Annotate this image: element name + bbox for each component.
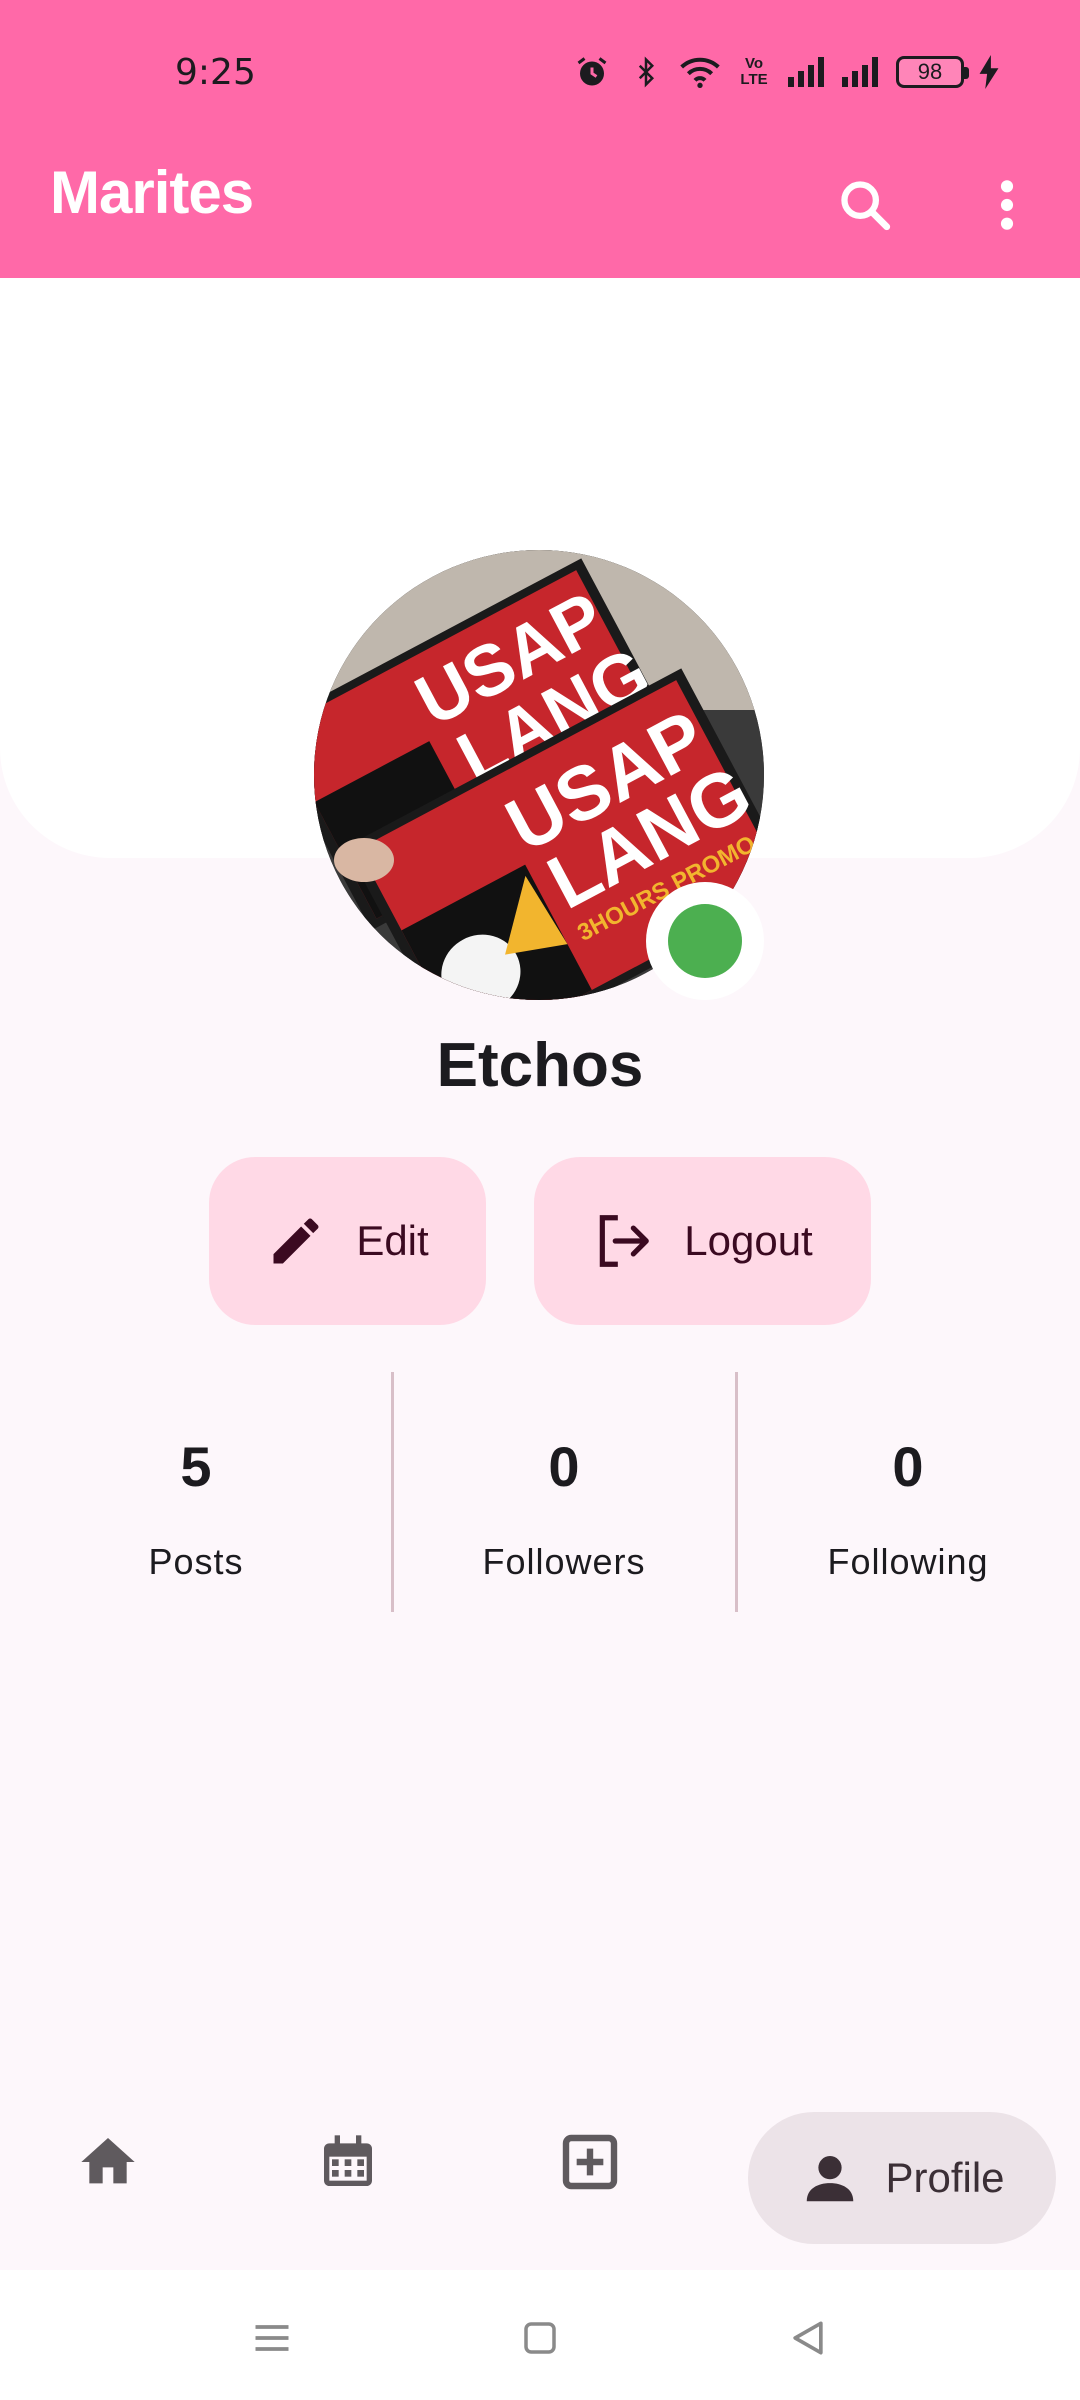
app-title: Marites (50, 159, 254, 226)
volte-icon: Vo LTE (740, 55, 768, 88)
followers-count: 0 (548, 1435, 580, 1498)
edit-profile-button[interactable]: Edit (209, 1157, 486, 1325)
wifi-icon (680, 52, 720, 92)
status-bar: 9:25 Vo LTE 98 (0, 0, 1080, 140)
nav-profile[interactable]: Profile (748, 2112, 1056, 2244)
home-icon (81, 2138, 135, 2184)
status-icons: Vo LTE 98 (572, 50, 1000, 94)
stat-followers[interactable]: 0 Followers (392, 1372, 736, 1612)
battery-icon: 98 (896, 56, 969, 88)
nav-add-post[interactable] (540, 2112, 640, 2212)
bluetooth-icon (626, 52, 666, 92)
stat-posts[interactable]: 5 Posts (0, 1372, 392, 1612)
signal-icon-2 (842, 52, 882, 92)
bottom-navigation: Profile (0, 2060, 1080, 2270)
signal-icon-1 (788, 52, 828, 92)
posts-count: 5 (180, 1435, 212, 1498)
stat-following[interactable]: 0 Following (736, 1372, 1080, 1612)
back-button[interactable] (778, 2308, 838, 2368)
following-count: 0 (892, 1435, 924, 1498)
status-time: 9:25 (175, 52, 256, 93)
edit-label: Edit (356, 1217, 429, 1264)
search-button[interactable] (830, 170, 900, 240)
search-icon (841, 181, 891, 231)
logout-label: Logout (684, 1217, 813, 1264)
system-navigation-bar (0, 2270, 1080, 2400)
app-bar: Marites (0, 140, 1080, 278)
battery-level: 98 (917, 59, 943, 84)
nav-home[interactable] (58, 2112, 158, 2212)
person-icon (807, 2156, 854, 2202)
calendar-icon (324, 2135, 372, 2186)
online-indicator (668, 904, 742, 978)
avatar-container[interactable]: USAP LANG USAP LANG 3HOURS PROMO (314, 550, 764, 1000)
add-box-icon (562, 2134, 618, 2190)
profile-username: Etchos (436, 1031, 644, 1100)
menu-icon (255, 2325, 289, 2351)
nav-profile-label: Profile (885, 2154, 1005, 2201)
posts-label: Posts (148, 1541, 244, 1582)
edit-icon (273, 1218, 319, 1264)
logout-button[interactable]: Logout (534, 1157, 871, 1325)
charging-icon (978, 52, 1000, 92)
more-options-button[interactable] (972, 170, 1042, 240)
more-vert-icon (1000, 180, 1014, 230)
logout-icon (600, 1215, 650, 1267)
back-triangle-icon (793, 2321, 823, 2355)
nav-calendar[interactable] (298, 2112, 398, 2212)
square-icon (524, 2322, 556, 2354)
recents-button[interactable] (242, 2308, 302, 2368)
home-button[interactable] (510, 2308, 570, 2368)
followers-label: Followers (482, 1541, 646, 1582)
alarm-icon (572, 52, 612, 92)
profile-stats: 5 Posts 0 Followers 0 Following (0, 1372, 1080, 1612)
following-label: Following (827, 1541, 989, 1582)
online-status (646, 882, 764, 1000)
